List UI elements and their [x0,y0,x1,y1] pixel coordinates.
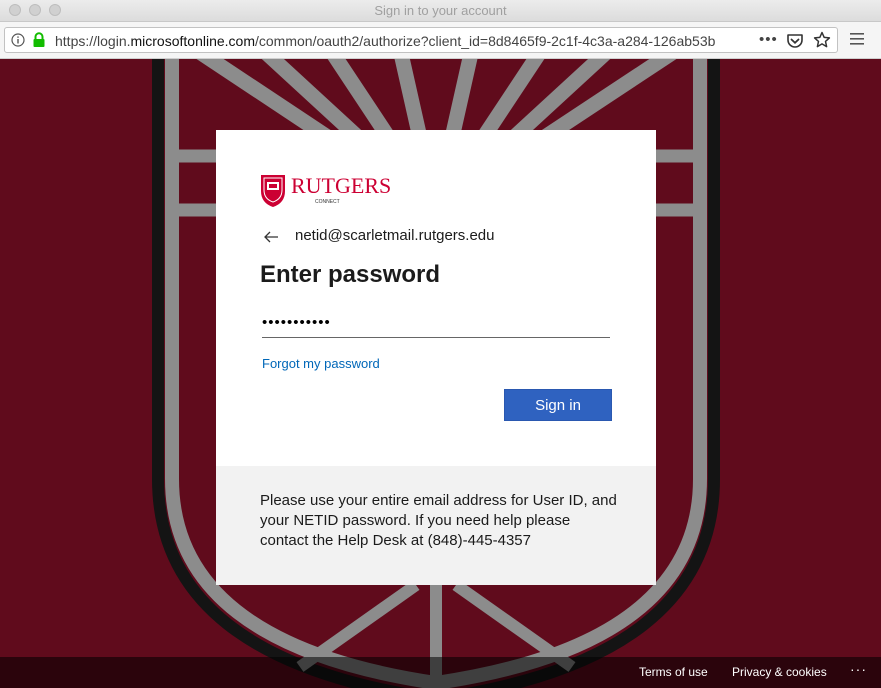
url-prefix: https://login. [55,33,131,49]
menu-icon[interactable] [849,32,865,46]
lock-icon[interactable] [32,32,46,48]
signin-card: RUTGERS CONNECT netid@scarletmail.rutger… [216,130,656,466]
sign-in-button[interactable]: Sign in [504,389,612,421]
login-page: RUTGERS CONNECT netid@scarletmail.rutger… [0,59,881,688]
help-desk-notice: Please use your entire email address for… [216,466,656,585]
address-bar[interactable]: https://login.microsoftonline.com/common… [4,27,838,53]
window-title: Sign in to your account [374,3,507,18]
page-actions-button[interactable]: ••• [759,31,778,48]
browser-toolbar: https://login.microsoftonline.com/common… [0,22,881,59]
star-icon[interactable] [813,31,831,49]
privacy-cookies-link[interactable]: Privacy & cookies [732,665,827,679]
url-domain: microsoftonline.com [130,33,256,49]
terms-of-use-link[interactable]: Terms of use [639,665,708,679]
url-text[interactable]: https://login.microsoftonline.com/common… [55,32,755,50]
page-title: Enter password [260,261,441,288]
page-footer: Terms of use Privacy & cookies ··· [0,657,881,688]
svg-text:RUTGERS: RUTGERS [291,173,390,198]
identity-email: netid@scarletmail.rutgers.edu [295,227,495,244]
svg-text:CONNECT: CONNECT [315,199,340,205]
back-arrow-icon[interactable] [263,230,279,244]
forgot-password-link[interactable]: Forgot my password [262,356,380,371]
more-options-button[interactable]: ··· [850,661,867,677]
url-path: /common/oauth2/authorize?client_id=8d846… [255,33,716,49]
window-title-bar: Sign in to your account [0,0,881,22]
rutgers-logo: RUTGERS CONNECT [261,173,390,207]
info-icon[interactable] [11,33,25,47]
help-text: Please use your entire email address for… [260,492,617,549]
password-field[interactable] [262,308,610,338]
pocket-icon[interactable] [786,32,804,50]
